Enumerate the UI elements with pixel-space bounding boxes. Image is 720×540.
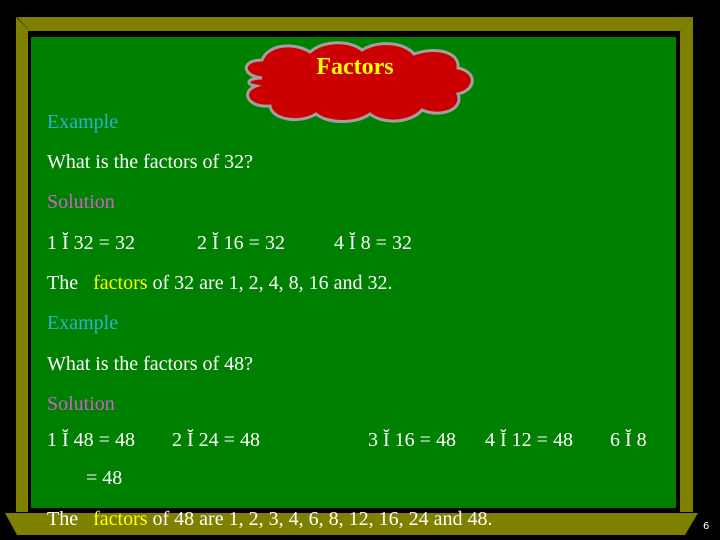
answer-suffix: of 32 are 1, 2, 4, 8, 16 and 32. (152, 272, 393, 294)
frame-right (680, 17, 693, 512)
example1-product-1: 1 Ĭ 32 = 32 (47, 232, 135, 254)
example2-product-2: 2 Ĭ 24 = 48 (172, 429, 260, 451)
example2-label: Example (47, 312, 119, 334)
example1-product-2: 2 Ĭ 16 = 32 (197, 232, 285, 254)
frame-left (16, 17, 30, 512)
example2-question: What is the factors of 48? (47, 353, 254, 375)
page-number: 6 (703, 521, 710, 532)
example1-label: Example (47, 111, 119, 133)
answer-highlight: factors (93, 272, 148, 294)
example1-question: What is the factors of 32? (47, 151, 254, 173)
example2-product-3: 3 Ĭ 16 = 48 (368, 429, 456, 451)
slide-title: Factors (316, 54, 394, 80)
example2-product-continuation: = 48 (86, 467, 123, 489)
title-cloud (244, 41, 474, 123)
answer-prefix: The (47, 508, 79, 530)
example2-product-5: 6 Ĭ 8 (610, 429, 647, 451)
answer-highlight: factors (93, 508, 148, 530)
example2-product-1: 1 Ĭ 48 = 48 (47, 429, 135, 451)
example2-product-4: 4 Ĭ 12 = 48 (485, 429, 573, 451)
example1-product-3: 4 Ĭ 8 = 32 (334, 232, 412, 254)
example1-solution-label: Solution (47, 191, 115, 213)
example2-solution-label: Solution (47, 393, 115, 415)
answer-suffix: of 48 are 1, 2, 3, 4, 6, 8, 12, 16, 24 a… (152, 508, 493, 530)
answer-prefix: The (47, 272, 79, 294)
frame-top (17, 17, 693, 31)
example1-answer: The factors of 32 are 1, 2, 4, 8, 16 and… (47, 271, 392, 295)
example2-answer: The factors of 48 are 1, 2, 3, 4, 6, 8, … (47, 507, 492, 531)
